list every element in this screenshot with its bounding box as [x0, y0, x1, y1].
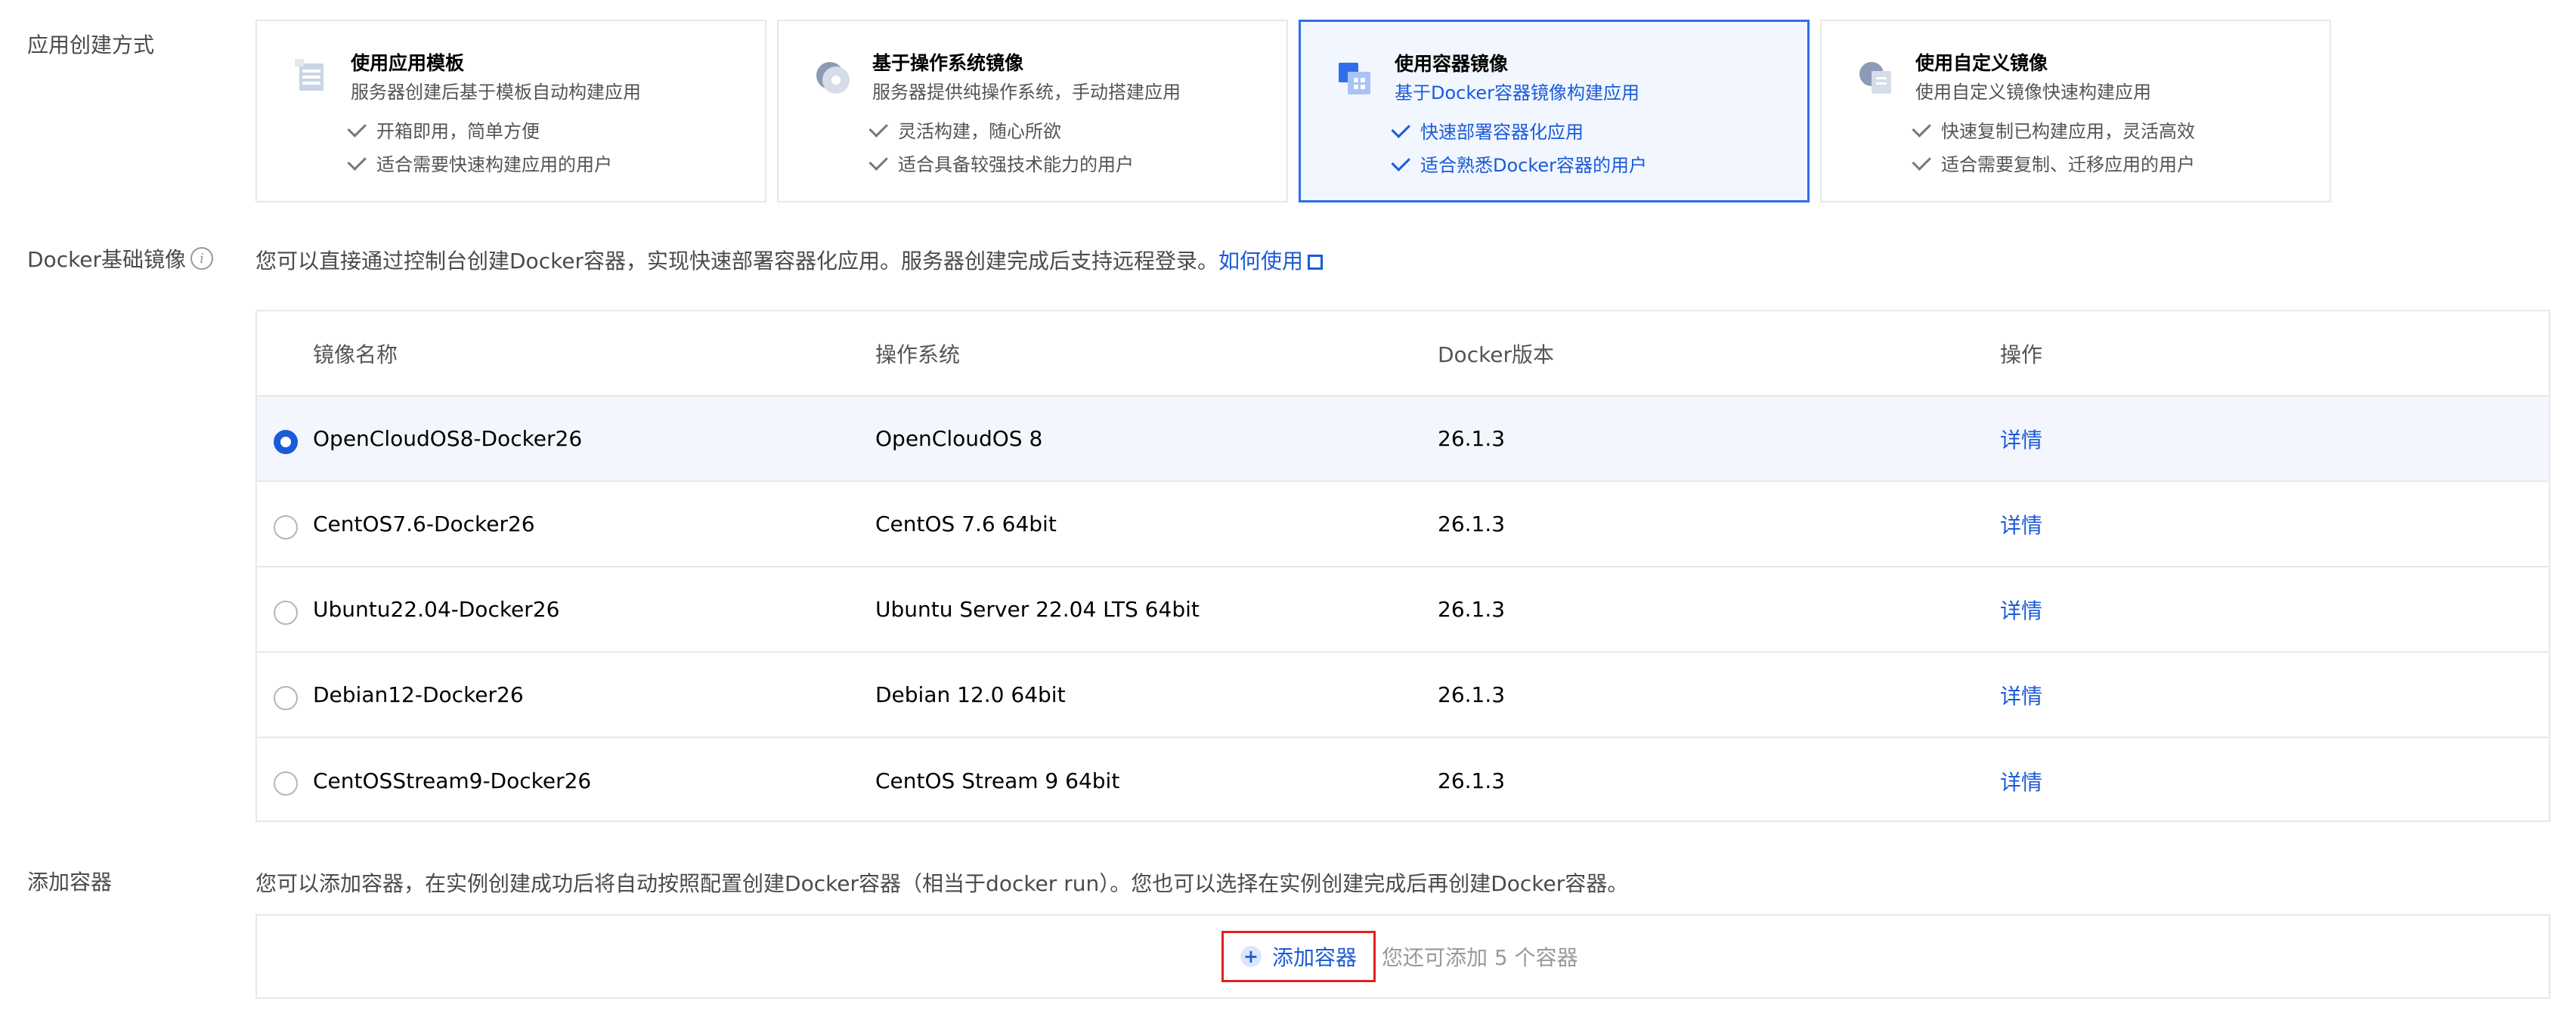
- check-icon: [1912, 150, 1931, 171]
- check-icon: [347, 117, 367, 138]
- add-container-description: 您可以添加容器，在实例创建成功后将自动按照配置创建Docker容器（相当于doc…: [255, 871, 1629, 896]
- card-feature-text: 适合需要快速构建应用的用户: [376, 154, 612, 175]
- card-feature-text: 适合需要复制、迁移应用的用户: [1941, 154, 2195, 175]
- docker-image-table: 镜像名称 操作系统 Docker版本 操作 OpenCloudOS8-Docke…: [255, 310, 2550, 822]
- os-disc-icon: [816, 62, 850, 94]
- image-docker-version: 26.1.3: [1438, 682, 1506, 707]
- image-name: Ubuntu22.04-Docker26: [313, 597, 560, 622]
- image-os: CentOS Stream 9 64bit: [875, 768, 1120, 793]
- add-container-area: + 添加容器 您还可添加 5 个容器: [255, 914, 2550, 999]
- image-os: Ubuntu Server 22.04 LTS 64bit: [875, 597, 1200, 622]
- method-card-custom-image[interactable]: 使用自定义镜像 使用自定义镜像快速构建应用 快速复制已构建应用，灵活高效 适合需…: [1820, 20, 2331, 202]
- method-card-container-image[interactable]: 使用容器镜像 基于Docker容器镜像构建应用 快速部署容器化应用 适合熟悉Do…: [1299, 20, 1810, 202]
- image-name: OpenCloudOS8-Docker26: [313, 426, 583, 451]
- row-radio[interactable]: [274, 601, 298, 625]
- external-link-icon[interactable]: [1308, 255, 1324, 270]
- add-container-button[interactable]: + 添加容器: [1221, 931, 1376, 982]
- card-feature-text: 开箱即用，简单方便: [376, 121, 540, 142]
- card-subtitle: 服务器提供纯操作系统，手动搭建应用: [872, 82, 1181, 103]
- method-label: 应用创建方式: [27, 32, 155, 57]
- card-title: 使用自定义镜像: [1915, 52, 2048, 74]
- image-name: CentOS7.6-Docker26: [313, 512, 535, 536]
- check-icon: [347, 150, 367, 171]
- row-radio[interactable]: [274, 686, 298, 710]
- image-os: CentOS 7.6 64bit: [875, 512, 1057, 536]
- card-feature-text: 灵活构建，随心所欲: [898, 121, 1061, 142]
- row-radio[interactable]: [274, 430, 298, 454]
- card-feature: 快速部署容器化应用: [1391, 117, 1584, 144]
- card-feature: 灵活构建，随心所欲: [868, 116, 1061, 143]
- details-link[interactable]: 详情: [2000, 738, 2042, 824]
- card-feature: 适合熟悉Docker容器的用户: [1391, 150, 1648, 177]
- card-feature: 快速复制已构建应用，灵活高效: [1912, 116, 2195, 143]
- image-docker-version: 26.1.3: [1438, 768, 1506, 793]
- details-link[interactable]: 详情: [2000, 567, 2042, 651]
- card-feature-text: 快速部署容器化应用: [1420, 122, 1584, 143]
- table-header: 镜像名称 操作系统 Docker版本 操作: [257, 311, 2549, 397]
- row-radio[interactable]: [274, 515, 298, 539]
- image-os: OpenCloudOS 8: [875, 426, 1043, 451]
- plus-icon: +: [1240, 946, 1262, 967]
- card-subtitle: 基于Docker容器镜像构建应用: [1395, 82, 1640, 104]
- image-docker-version: 26.1.3: [1438, 597, 1506, 622]
- table-row[interactable]: Debian12-Docker26 Debian 12.0 64bit 26.1…: [257, 653, 2549, 738]
- docker-description: 您可以直接通过控制台创建Docker容器，实现快速部署容器化应用。服务器创建完成…: [255, 245, 1324, 275]
- template-stack-icon: [295, 59, 324, 91]
- check-icon: [1391, 118, 1410, 138]
- card-feature-text: 快速复制已构建应用，灵活高效: [1941, 121, 2195, 142]
- card-subtitle: 使用自定义镜像快速构建应用: [1915, 82, 2151, 103]
- card-feature: 开箱即用，简单方便: [347, 116, 540, 143]
- check-icon: [1391, 151, 1410, 172]
- check-icon: [868, 117, 888, 138]
- table-row[interactable]: CentOSStream9-Docker26 CentOS Stream 9 6…: [257, 738, 2549, 824]
- card-feature-text: 适合熟悉Docker容器的用户: [1420, 155, 1648, 176]
- container-image-icon: [1339, 63, 1370, 94]
- image-docker-version: 26.1.3: [1438, 512, 1506, 536]
- method-card-template[interactable]: 使用应用模板 服务器创建后基于模板自动构建应用 开箱即用，简单方便 适合需要快速…: [255, 20, 766, 202]
- column-header-os: 操作系统: [875, 342, 961, 367]
- table-row[interactable]: OpenCloudOS8-Docker26 OpenCloudOS 8 26.1…: [257, 397, 2549, 482]
- remaining-containers-hint: 您还可添加 5 个容器: [1382, 945, 1578, 970]
- row-radio[interactable]: [274, 771, 298, 796]
- docker-image-label-text: Docker基础镜像: [27, 247, 187, 272]
- details-link[interactable]: 详情: [2000, 653, 2042, 737]
- add-container-button-label: 添加容器: [1271, 945, 1357, 970]
- check-icon: [1912, 117, 1931, 138]
- details-link[interactable]: 详情: [2000, 397, 2042, 481]
- custom-image-icon: [1859, 62, 1891, 94]
- card-title: 使用容器镜像: [1395, 53, 1509, 75]
- image-docker-version: 26.1.3: [1438, 426, 1506, 451]
- method-card-os-image[interactable]: 基于操作系统镜像 服务器提供纯操作系统，手动搭建应用 灵活构建，随心所欲 适合具…: [777, 20, 1288, 202]
- column-header-action: 操作: [2000, 342, 2043, 367]
- info-icon[interactable]: i: [190, 247, 214, 270]
- docker-image-label: Docker基础镜像 i: [27, 243, 214, 274]
- card-feature: 适合需要复制、迁移应用的用户: [1912, 150, 2195, 176]
- card-subtitle: 服务器创建后基于模板自动构建应用: [351, 82, 641, 103]
- help-link[interactable]: 如何使用: [1218, 249, 1303, 274]
- image-name: Debian12-Docker26: [313, 682, 524, 707]
- method-cards: 使用应用模板 服务器创建后基于模板自动构建应用 开箱即用，简单方便 适合需要快速…: [255, 20, 2331, 202]
- check-icon: [868, 150, 888, 171]
- card-feature-text: 适合具备较强技术能力的用户: [898, 154, 1134, 175]
- card-title: 使用应用模板: [351, 52, 465, 74]
- image-os: Debian 12.0 64bit: [875, 682, 1066, 707]
- docker-description-text: 您可以直接通过控制台创建Docker容器，实现快速部署容器化应用。服务器创建完成…: [255, 249, 1219, 274]
- details-link[interactable]: 详情: [2000, 482, 2042, 566]
- table-row[interactable]: CentOS7.6-Docker26 CentOS 7.6 64bit 26.1…: [257, 482, 2549, 567]
- card-feature: 适合需要快速构建应用的用户: [347, 150, 612, 176]
- image-name: CentOSStream9-Docker26: [313, 768, 592, 793]
- column-header-version: Docker版本: [1438, 342, 1555, 367]
- add-container-label: 添加容器: [27, 870, 113, 895]
- column-header-name: 镜像名称: [313, 342, 398, 367]
- card-title: 基于操作系统镜像: [872, 52, 1024, 74]
- card-feature: 适合具备较强技术能力的用户: [868, 150, 1134, 176]
- table-row[interactable]: Ubuntu22.04-Docker26 Ubuntu Server 22.04…: [257, 567, 2549, 653]
